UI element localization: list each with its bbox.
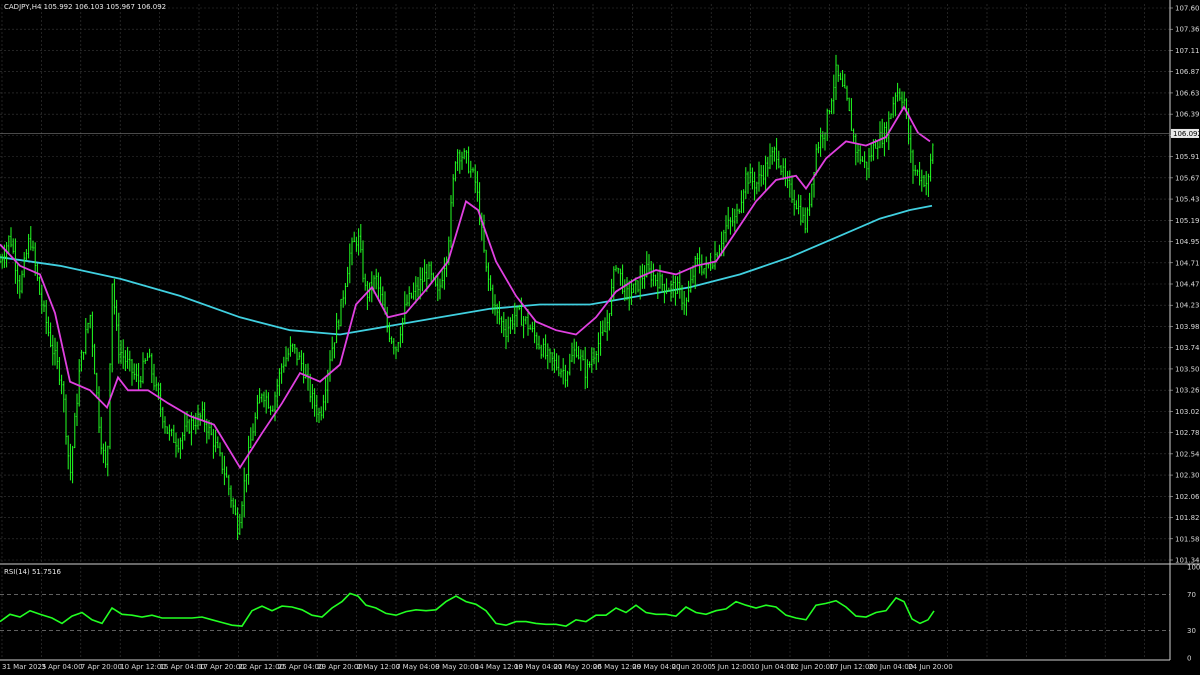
price-tick-label: 107.115 (1175, 47, 1200, 55)
price-tick-label: 103.025 (1175, 408, 1200, 416)
price-tick-label: 107.360 (1175, 26, 1200, 34)
x-axis-label: 31 Mar 2025 (2, 663, 46, 671)
price-tick-label: 101.580 (1175, 535, 1200, 543)
x-axis-label: 12 Jun 20:00 (790, 663, 834, 671)
x-axis-label: 5 Jun 12:00 (711, 663, 751, 671)
candles (0, 54, 934, 540)
current-price-label: 106.092 (1173, 130, 1200, 138)
fast-ma-line (0, 105, 931, 470)
rsi-tick-label: 0 (1187, 655, 1191, 663)
price-tick-label: 104.710 (1175, 259, 1200, 267)
price-tick-label: 102.785 (1175, 429, 1200, 437)
price-tick-label: 106.875 (1175, 68, 1200, 76)
x-axis-label: 2 Jun 20:00 (672, 663, 712, 671)
price-tick-label: 105.915 (1175, 153, 1200, 161)
price-tick-label: 103.265 (1175, 387, 1200, 395)
x-axis-label: 7 May 04:00 (396, 663, 440, 671)
fast-moving-average (0, 105, 931, 470)
price-tick-label: 105.670 (1175, 174, 1200, 182)
price-tick-label: 107.600 (1175, 5, 1200, 13)
rsi-line (0, 592, 935, 627)
chart-canvas: 31 Mar 20253 Apr 04:007 Apr 20:0010 Apr … (0, 0, 1200, 671)
price-tick-label: 106.635 (1175, 89, 1200, 97)
price-tick-label: 102.060 (1175, 493, 1200, 501)
price-tick-label: 105.430 (1175, 196, 1200, 204)
rsi-indicator (0, 592, 1170, 632)
price-tick-label: 104.470 (1175, 281, 1200, 289)
x-axis-label: 3 Apr 04:00 (41, 663, 82, 671)
rsi-tick-label: 30 (1187, 627, 1196, 635)
rsi-info: RSI(14) 51.7516 (4, 568, 61, 576)
price-tick-label: 104.950 (1175, 238, 1200, 246)
price-tick-label: 106.395 (1175, 111, 1200, 119)
price-tick-label: 105.190 (1175, 217, 1200, 225)
panel-frames (0, 0, 1200, 661)
rsi-tick-label: 70 (1187, 591, 1196, 599)
slow-ma-line (0, 204, 933, 336)
price-tick-label: 103.505 (1175, 365, 1200, 373)
rsi-tick-label: 100 (1187, 564, 1200, 572)
price-tick-label: 103.745 (1175, 344, 1200, 352)
x-axis-label: 24 Jun 20:00 (908, 663, 952, 671)
axes: 31 Mar 20253 Apr 04:007 Apr 20:0010 Apr … (0, 5, 1200, 671)
x-axis-label: 17 Jun 12:00 (829, 663, 873, 671)
x-axis-label: 9 May 20:00 (435, 663, 479, 671)
x-axis-label: 20 Jun 04:00 (869, 663, 913, 671)
price-tick-label: 103.985 (1175, 323, 1200, 331)
price-tick-label: 104.230 (1175, 302, 1200, 310)
price-tick-label: 102.545 (1175, 450, 1200, 458)
symbol-info: CADJPY,H4 105.992 106.103 105.967 106.09… (4, 3, 166, 11)
grid (0, 4, 1170, 658)
price-tick-label: 102.300 (1175, 472, 1200, 480)
x-axis-label: 2 May 12:00 (357, 663, 401, 671)
slow-moving-average (0, 204, 933, 336)
x-axis-label: 7 Apr 20:00 (81, 663, 122, 671)
x-axis-label: 10 Jun 04:00 (751, 663, 795, 671)
price-tick-label: 101.820 (1175, 514, 1200, 522)
